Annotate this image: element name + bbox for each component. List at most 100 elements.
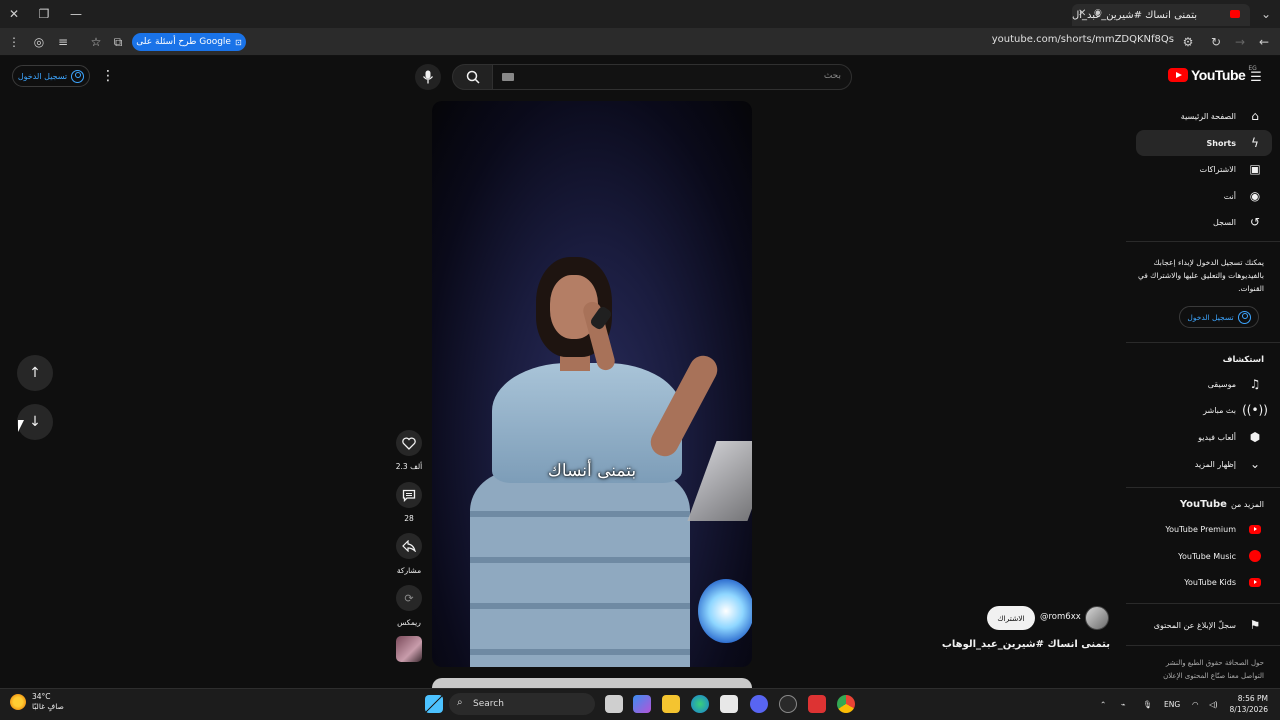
tab-close-icon[interactable]: ✕ bbox=[1078, 8, 1086, 19]
chrome-icon[interactable] bbox=[837, 695, 855, 713]
search-button[interactable] bbox=[452, 64, 494, 90]
sidebar-item-history[interactable]: السجل ↺ bbox=[1136, 209, 1272, 235]
share-label: مشاركة bbox=[396, 566, 422, 575]
wifi-icon[interactable]: ◠ bbox=[1192, 700, 1199, 709]
header-signin-button[interactable]: تسجيل الدخول bbox=[12, 65, 90, 87]
windows-start-icon[interactable] bbox=[425, 695, 443, 713]
sidebar-item-gaming[interactable]: ألعاب فيديو ⬢ bbox=[1136, 424, 1272, 450]
video-frame-stage-light bbox=[698, 579, 752, 643]
sidebar-item-report-history[interactable]: سجلّ الإبلاغ عن المحتوى ⚑ bbox=[1136, 612, 1272, 638]
previous-short-button[interactable]: ↑ bbox=[17, 355, 53, 391]
video-title[interactable]: بتمنى انساك #شيرين_عبد_الوهاب bbox=[942, 639, 1110, 650]
mouse-cursor bbox=[18, 420, 24, 432]
discord-icon[interactable] bbox=[750, 695, 768, 713]
language-indicator[interactable]: ENG bbox=[1164, 700, 1180, 709]
sidebar-item-live[interactable]: بث مباشر ((•)) bbox=[1136, 397, 1272, 423]
bookmark-star-icon[interactable]: ☆ bbox=[86, 32, 106, 52]
sidebar-item-music[interactable]: موسيقى ♫ bbox=[1136, 371, 1272, 397]
reload-icon[interactable]: ↻ bbox=[1206, 32, 1226, 52]
sidebar-show-more[interactable]: إظهار المزيد ⌄ bbox=[1136, 451, 1272, 477]
taskbar-search[interactable]: ⌕ Search bbox=[449, 693, 595, 715]
store-icon[interactable] bbox=[720, 695, 738, 713]
account-icon bbox=[1237, 310, 1251, 324]
sidebar-item-youtube-music[interactable]: YouTube Music bbox=[1136, 543, 1272, 569]
app-red-icon[interactable] bbox=[808, 695, 826, 713]
sidebar-item-youtube-premium[interactable]: YouTube Premium bbox=[1136, 516, 1272, 542]
system-clock[interactable]: 8:56 PM 8/13/2026 bbox=[1230, 693, 1268, 715]
explore-heading: استكشاف bbox=[1222, 355, 1264, 365]
more-heading-prefix: المزيد من bbox=[1230, 500, 1264, 509]
account-icon bbox=[71, 69, 85, 83]
taskbar-search-icon: ⌕ bbox=[457, 697, 463, 708]
volume-icon[interactable]: ◁) bbox=[1209, 700, 1218, 709]
search-icon bbox=[466, 70, 480, 84]
footer-links[interactable]: حول الصحافة حقوق الطبع والنشر التواصل مع… bbox=[1144, 657, 1264, 683]
profile-icon[interactable]: ◎ bbox=[29, 32, 49, 52]
site-settings-icon[interactable]: ⚙ bbox=[1178, 32, 1198, 52]
reading-list-icon[interactable]: ≡ bbox=[53, 32, 73, 52]
google-pill-label: طرح أسئلة على Google bbox=[136, 37, 231, 47]
close-window-icon[interactable]: ✕ bbox=[4, 4, 24, 24]
chevron-down-icon: ⌄ bbox=[1249, 457, 1261, 471]
settings-menu-icon[interactable]: ⋮ bbox=[98, 66, 118, 86]
weather-widget[interactable]: 34°C صافٍ غالبًا bbox=[10, 692, 64, 712]
clock-date: 8/13/2026 bbox=[1229, 705, 1268, 714]
minimize-icon[interactable]: — bbox=[66, 4, 86, 24]
remix-button[interactable]: ⟳ bbox=[396, 585, 422, 611]
tab-search-icon[interactable]: ⌄ bbox=[1256, 4, 1276, 24]
hamburger-menu-icon[interactable]: ☰ bbox=[1246, 67, 1266, 87]
share-icon bbox=[402, 540, 416, 552]
video-caption: بتمنى أنساك bbox=[547, 461, 637, 481]
youtube-favicon-icon bbox=[1230, 10, 1240, 18]
logo-text: YouTube bbox=[1191, 67, 1246, 83]
sidebar-item-subscriptions[interactable]: الاشتراكات ▣ bbox=[1136, 156, 1272, 182]
task-view-icon[interactable] bbox=[605, 695, 623, 713]
keyboard-icon[interactable] bbox=[502, 73, 514, 81]
ask-google-button[interactable]: طرح أسئلة على Google ⊡ bbox=[132, 33, 246, 51]
maximize-icon[interactable]: ❐ bbox=[34, 4, 54, 24]
taskbar-search-label: Search bbox=[473, 699, 504, 709]
forward-icon[interactable]: → bbox=[1230, 32, 1250, 52]
file-explorer-icon[interactable] bbox=[662, 695, 680, 713]
youtube-logo[interactable]: YouTube EG bbox=[1168, 65, 1257, 83]
edge-icon[interactable] bbox=[691, 695, 709, 713]
sidebar-divider bbox=[1126, 342, 1280, 343]
back-icon[interactable]: ← bbox=[1254, 32, 1274, 52]
sidebar-item-label: إظهار المزيد bbox=[1194, 459, 1236, 469]
search-input[interactable]: بحث bbox=[492, 64, 852, 90]
network-tray-icon[interactable]: ⌁ bbox=[1121, 700, 1126, 709]
browser-tab[interactable]: بتمنى انساك #شيرين_عبد_ال ✕ ◉ bbox=[1072, 4, 1250, 26]
comments-button[interactable] bbox=[396, 482, 422, 508]
voice-search-button[interactable] bbox=[415, 64, 441, 90]
mic-tray-icon[interactable]: 🎙 bbox=[1143, 700, 1153, 709]
tab-audio-icon[interactable]: ◉ bbox=[1094, 8, 1102, 18]
sidebar-item-home[interactable]: الصفحة الرئيسية ⌂ bbox=[1136, 103, 1272, 129]
browser-menu-icon[interactable]: ⋮ bbox=[4, 32, 24, 52]
cast-icon[interactable]: ⧉ bbox=[108, 32, 128, 52]
like-button[interactable] bbox=[396, 430, 422, 456]
copilot-icon[interactable] bbox=[633, 695, 651, 713]
sound-thumbnail[interactable] bbox=[396, 636, 422, 662]
sidebar-item-shorts[interactable]: Shorts ϟ bbox=[1136, 130, 1272, 156]
subscribe-button[interactable]: الاشتراك bbox=[987, 606, 1035, 630]
flag-icon: ⚑ bbox=[1249, 618, 1261, 632]
tray-chevron-icon[interactable]: ⌃ bbox=[1100, 700, 1106, 709]
arrow-down-icon: ↓ bbox=[29, 414, 41, 430]
shorts-video-player[interactable]: بتمنى أنساك bbox=[432, 101, 752, 667]
sidebar-item-you[interactable]: أنت ◉ bbox=[1136, 183, 1272, 209]
share-button[interactable] bbox=[396, 533, 422, 559]
sidebar-item-label: السجل bbox=[1212, 217, 1236, 227]
sidebar-item-youtube-kids[interactable]: YouTube Kids bbox=[1136, 569, 1272, 595]
settings-app-icon[interactable] bbox=[779, 695, 797, 713]
sidebar-item-label: بث مباشر bbox=[1203, 405, 1236, 415]
like-count: 2.3 ألف bbox=[395, 462, 423, 471]
remix-label: ريمكس bbox=[397, 618, 421, 627]
youtube-music-icon bbox=[1246, 547, 1264, 565]
channel-name[interactable]: @rom6xx bbox=[1040, 612, 1081, 622]
sidebar-signin-button[interactable]: تسجيل الدخول bbox=[1179, 306, 1259, 328]
browser-tab-bar: ✕ ❐ — + ⌄ بتمنى انساك #شيرين_عبد_ال ✕ ◉ bbox=[0, 0, 1280, 28]
url-field[interactable]: youtube.com/shorts/mmZDQKNf8Qs bbox=[992, 34, 1174, 45]
youtube-premium-icon bbox=[1246, 520, 1264, 538]
clock-time: 8:56 PM bbox=[1237, 694, 1268, 703]
channel-avatar[interactable] bbox=[1085, 606, 1109, 630]
